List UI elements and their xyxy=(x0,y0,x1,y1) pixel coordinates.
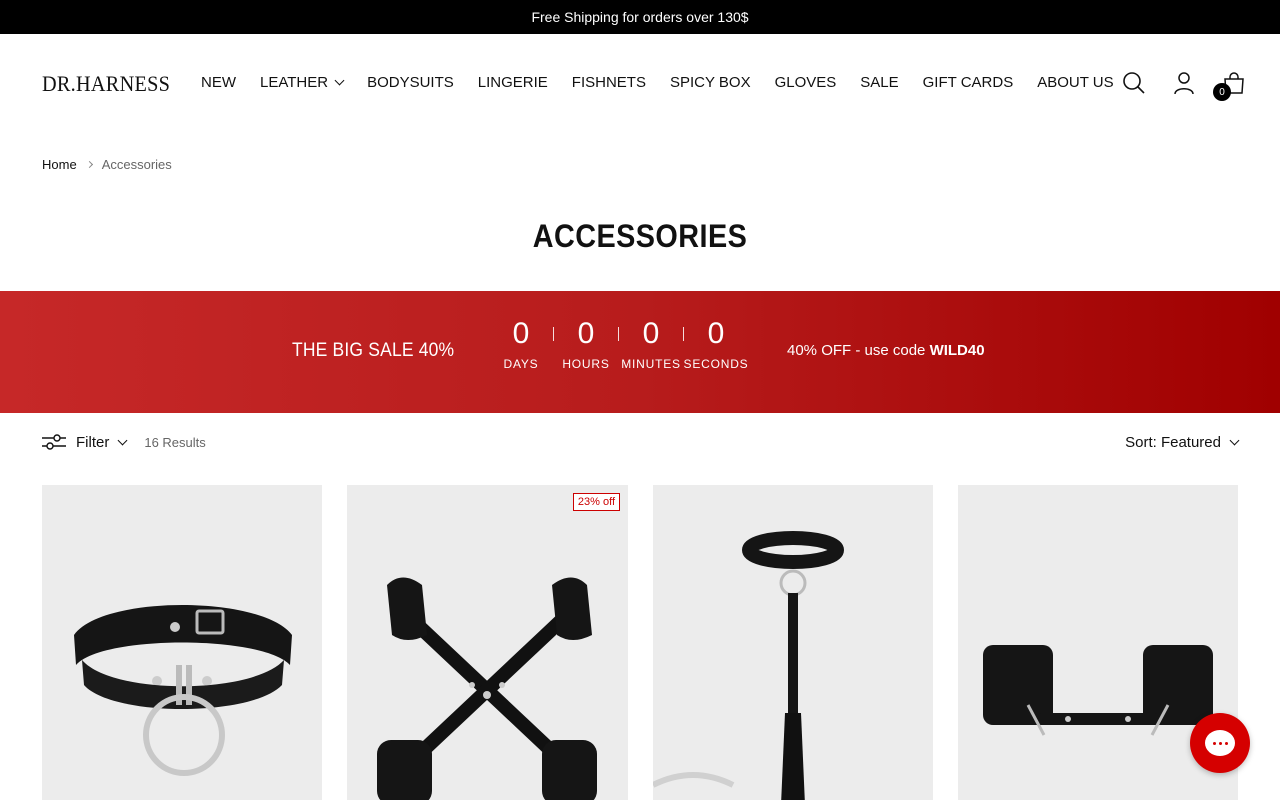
search-icon[interactable] xyxy=(1122,71,1146,95)
filter-label: Filter xyxy=(76,433,110,451)
sale-code-text: 40% OFF - use code WILD40 xyxy=(787,342,985,359)
countdown-divider xyxy=(618,327,619,341)
site-header: DR.HARNESS NEW LEATHER BODYSUITS LINGERI… xyxy=(0,34,1280,134)
countdown-minutes-label: MINUTES xyxy=(621,357,681,371)
chevron-down-icon xyxy=(334,75,345,86)
nav-label: GIFT CARDS xyxy=(922,74,1014,91)
nav-label: LEATHER xyxy=(260,74,329,91)
nav-label: GLOVES xyxy=(774,74,837,91)
sale-banner: THE BIG SALE 40% 0 DAYS 0 HOURS 0 MINUTE… xyxy=(0,291,1280,413)
sort-label: Sort: Featured xyxy=(1125,433,1221,451)
product-image-hogtie xyxy=(377,577,597,800)
account-icon[interactable] xyxy=(1172,71,1196,95)
product-grid: 23% off xyxy=(42,485,1238,800)
nav-item-bodysuits[interactable]: BODYSUITS xyxy=(367,74,454,91)
sale-code-prefix: 40% OFF - use code xyxy=(787,342,930,359)
nav-item-fishnets[interactable]: FISHNETS xyxy=(572,74,646,91)
countdown-minutes-value: 0 xyxy=(642,317,660,350)
breadcrumb-home[interactable]: Home xyxy=(42,157,77,172)
main-nav: NEW LEATHER BODYSUITS LINGERIE FISHNETS … xyxy=(201,74,1114,91)
nav-item-gift-cards[interactable]: GIFT CARDS xyxy=(923,74,1014,91)
product-card[interactable] xyxy=(653,485,933,800)
countdown-hours-value: 0 xyxy=(577,317,595,350)
collection-toolbar: Filter 16 Results Sort: Featured xyxy=(42,430,1240,454)
chevron-down-icon xyxy=(117,435,128,445)
nav-item-about-us[interactable]: ABOUT US xyxy=(1037,74,1113,91)
header-icons: 0 xyxy=(1122,71,1246,101)
nav-label: LINGERIE xyxy=(477,74,548,91)
product-card[interactable]: 23% off xyxy=(347,485,628,800)
announcement-bar: Free Shipping for orders over 130$ xyxy=(0,0,1280,34)
announcement-text: Free Shipping for orders over 130$ xyxy=(531,9,749,25)
cart-count-badge: 0 xyxy=(1213,83,1231,101)
sale-title: THE BIG SALE 40% xyxy=(292,340,455,361)
countdown-hours: 0 HOURS xyxy=(560,317,612,371)
countdown-days: 0 DAYS xyxy=(495,317,547,371)
product-image-collar xyxy=(74,605,292,776)
countdown-hours-label: HOURS xyxy=(562,357,610,371)
countdown-days-value: 0 xyxy=(512,317,530,350)
countdown-seconds: 0 SECONDS xyxy=(684,317,748,371)
sale-code: WILD40 xyxy=(929,342,985,359)
page-title: ACCESSORIES xyxy=(532,218,748,254)
countdown-days-label: DAYS xyxy=(503,357,539,371)
cart-icon[interactable]: 0 xyxy=(1213,71,1246,101)
product-image-collar-leash xyxy=(653,531,844,800)
breadcrumb: Home Accessories xyxy=(42,157,172,172)
countdown-seconds-label: SECONDS xyxy=(683,357,749,371)
nav-item-leather[interactable]: LEATHER xyxy=(260,74,345,91)
chat-button[interactable] xyxy=(1190,713,1250,773)
logo[interactable]: DR.HARNESS xyxy=(42,71,170,97)
chevron-right-icon xyxy=(85,160,93,169)
nav-label: SPICY BOX xyxy=(669,74,751,91)
nav-label: FISHNETS xyxy=(571,74,646,91)
nav-item-sale[interactable]: SALE xyxy=(860,74,898,91)
nav-item-new[interactable]: NEW xyxy=(201,74,236,91)
results-count: 16 Results xyxy=(144,434,206,450)
breadcrumb-current: Accessories xyxy=(101,157,172,172)
countdown-minutes: 0 MINUTES xyxy=(621,317,680,371)
nav-label: ABOUT US xyxy=(1037,74,1114,91)
countdown-divider xyxy=(553,327,554,341)
nav-item-gloves[interactable]: GLOVES xyxy=(775,74,837,91)
filter-button[interactable]: Filter xyxy=(42,432,128,452)
chevron-down-icon xyxy=(1229,435,1240,445)
nav-item-lingerie[interactable]: LINGERIE xyxy=(478,74,548,91)
countdown-divider xyxy=(683,327,684,341)
countdown-seconds-value: 0 xyxy=(707,317,725,350)
product-card[interactable] xyxy=(42,485,322,800)
filter-sliders-icon xyxy=(42,434,66,450)
sort-dropdown[interactable]: Sort: Featured xyxy=(1125,433,1240,451)
nav-item-spicy-box[interactable]: SPICY BOX xyxy=(670,74,751,91)
countdown-timer: 0 DAYS 0 HOURS 0 MINUTES 0 SECONDS xyxy=(495,317,748,371)
chat-icon xyxy=(1205,730,1235,756)
nav-label: NEW xyxy=(201,74,236,91)
nav-label: SALE xyxy=(860,74,899,91)
nav-label: BODYSUITS xyxy=(367,74,454,91)
